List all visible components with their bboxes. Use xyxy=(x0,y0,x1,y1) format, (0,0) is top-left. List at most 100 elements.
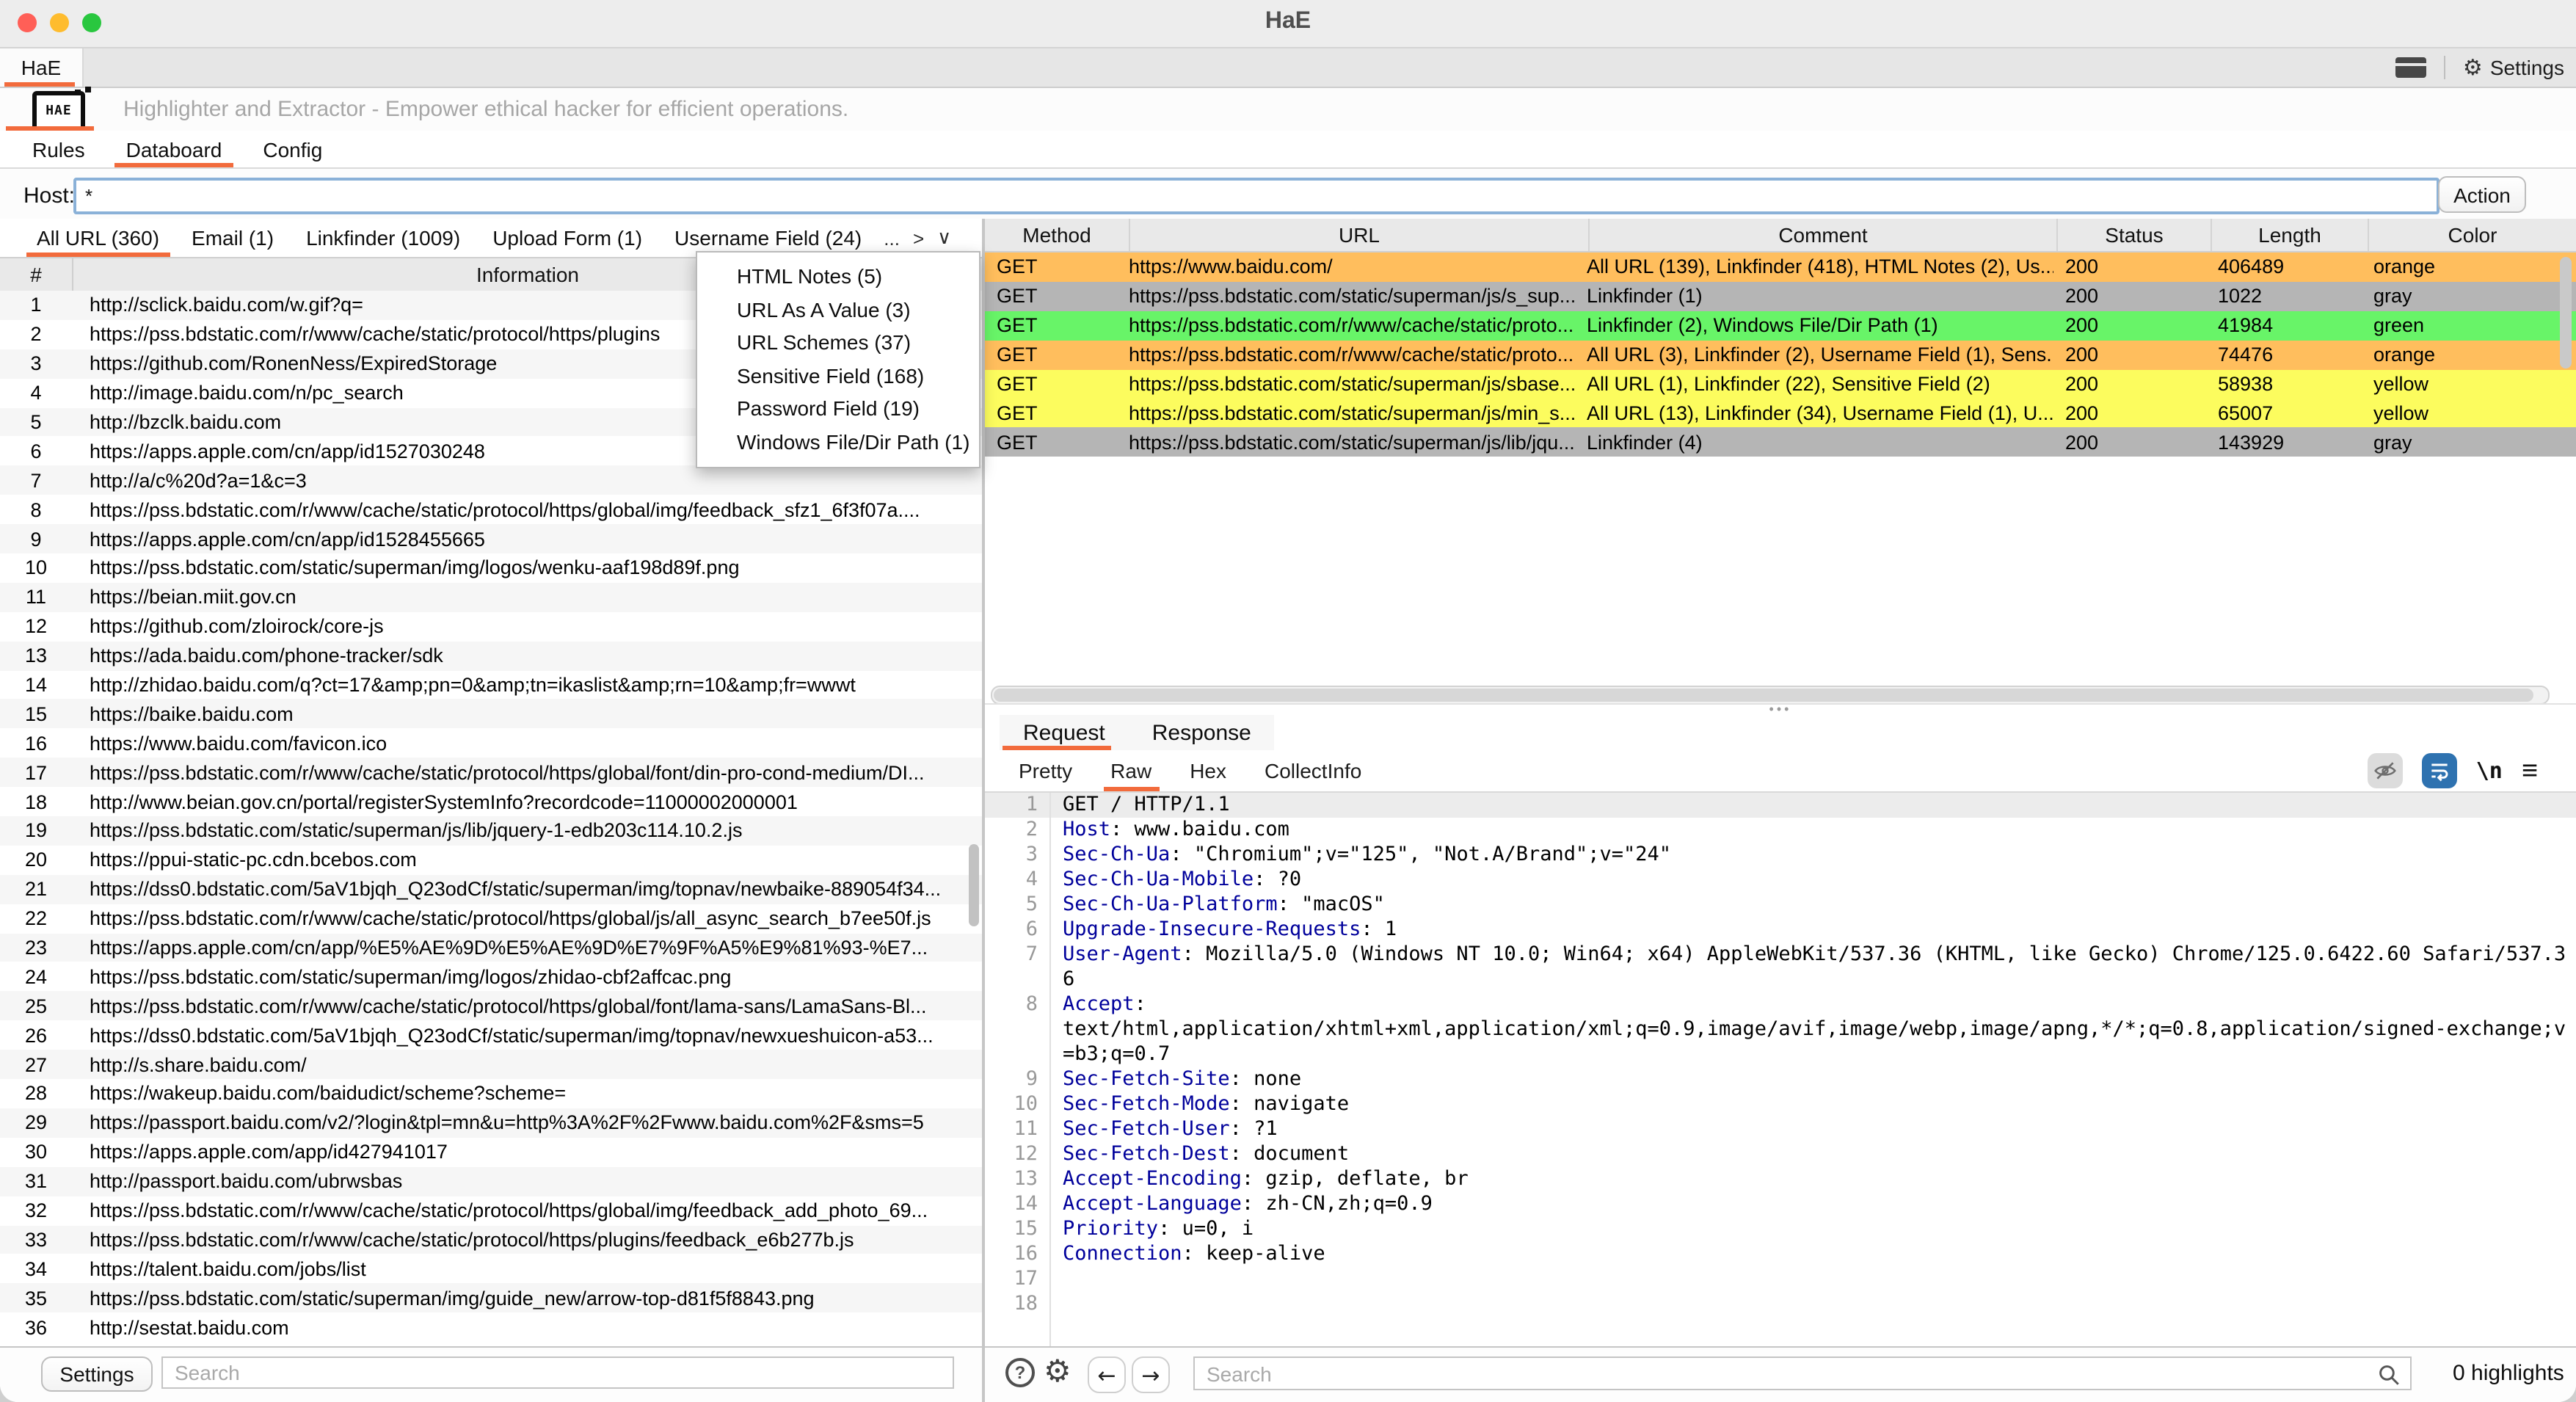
table-row[interactable]: 11 https://beian.miit.gov.cn xyxy=(0,583,982,612)
table-row[interactable]: 10 https://pss.bdstatic.com/static/super… xyxy=(0,553,982,583)
request-row[interactable]: GET https://www.baidu.com/ All URL (139)… xyxy=(985,253,2576,282)
table-row[interactable]: 9 https://apps.apple.com/cn/app/id152845… xyxy=(0,524,982,553)
table-row[interactable]: 7 http://a/c%20d?a=1&c=3 xyxy=(0,466,982,495)
view-mode-tab[interactable]: CollectInfo xyxy=(1245,750,1380,791)
column-color[interactable]: Color xyxy=(2369,219,2576,251)
table-row[interactable]: 36 http://sestat.baidu.com xyxy=(0,1312,982,1342)
nav-tab[interactable]: Databoard xyxy=(106,131,243,167)
row-url: https://wakeup.baidu.com/baidudict/schem… xyxy=(72,1083,982,1105)
table-row[interactable]: 17 https://pss.bdstatic.com/r/www/cache/… xyxy=(0,758,982,788)
chevron-right-icon[interactable]: > xyxy=(913,227,924,249)
hae-subtitle: Highlighter and Extractor - Empower ethi… xyxy=(123,97,848,122)
column-status[interactable]: Status xyxy=(2058,219,2212,251)
cell-url: https://pss.bdstatic.com/static/superman… xyxy=(1129,402,1587,424)
table-settings-button[interactable]: Settings xyxy=(41,1356,153,1392)
request-row[interactable]: GET https://pss.bdstatic.com/static/supe… xyxy=(985,399,2576,428)
column-method[interactable]: Method xyxy=(985,219,1130,251)
table-row[interactable]: 30 https://apps.apple.com/app/id42794101… xyxy=(0,1138,982,1167)
header-value: : gzip, deflate, br xyxy=(1242,1167,1469,1191)
column-url[interactable]: URL xyxy=(1130,219,1590,251)
table-row[interactable]: 14 http://zhidao.baidu.com/q?ct=17&amp;p… xyxy=(0,670,982,700)
dropdown-item[interactable]: Sensitive Field (168) xyxy=(697,359,979,392)
dropdown-item[interactable]: Windows File/Dir Path (1) xyxy=(697,425,979,458)
table-row[interactable]: 26 https://dss0.bdstatic.com/5aV1bjqh_Q2… xyxy=(0,1021,982,1050)
chevron-down-icon[interactable]: ∨ xyxy=(937,226,951,250)
next-match-button[interactable]: → xyxy=(1132,1356,1170,1393)
search-icon[interactable] xyxy=(2376,1362,2401,1387)
word-wrap-button[interactable] xyxy=(2422,753,2457,788)
scrollbar-thumb[interactable] xyxy=(994,689,2534,702)
data-type-tab[interactable]: Linkfinder (1009) xyxy=(290,219,476,257)
host-input[interactable] xyxy=(73,178,2439,214)
view-mode-tab[interactable]: Hex xyxy=(1171,750,1245,791)
table-row[interactable]: 21 https://dss0.bdstatic.com/5aV1bjqh_Q2… xyxy=(0,875,982,904)
table-row[interactable]: 24 https://pss.bdstatic.com/static/super… xyxy=(0,962,982,992)
table-row[interactable]: 13 https://ada.baidu.com/phone-tracker/s… xyxy=(0,641,982,670)
table-row[interactable]: 22 https://pss.bdstatic.com/r/www/cache/… xyxy=(0,904,982,933)
table-row[interactable]: 20 https://ppui-static-pc.cdn.bcebos.com xyxy=(0,846,982,875)
line-number: 10 xyxy=(985,1092,1049,1117)
message-tab[interactable]: Request xyxy=(1000,715,1129,750)
dropdown-item[interactable]: URL Schemes (37) xyxy=(697,326,979,359)
table-row[interactable]: 28 https://wakeup.baidu.com/baidudict/sc… xyxy=(0,1079,982,1108)
cell-length: 58938 xyxy=(2206,373,2362,395)
table-row[interactable]: 35 https://pss.bdstatic.com/static/super… xyxy=(0,1284,982,1313)
editor-search-input[interactable] xyxy=(1195,1358,2410,1389)
request-row[interactable]: GET https://pss.bdstatic.com/static/supe… xyxy=(985,369,2576,399)
cell-url: https://pss.bdstatic.com/r/www/cache/sta… xyxy=(1129,314,1587,336)
dropdown-item[interactable]: HTML Notes (5) xyxy=(697,260,979,293)
data-type-tab[interactable]: Email (1) xyxy=(175,219,290,257)
settings-button[interactable]: ⚙ Settings xyxy=(2463,56,2564,79)
table-row[interactable]: 18 http://www.beian.gov.cn/portal/regist… xyxy=(0,787,982,816)
tab-overflow-ellipsis[interactable]: ... xyxy=(884,227,900,249)
table-row[interactable]: 29 https://passport.baidu.com/v2/?login&… xyxy=(0,1108,982,1138)
table-row[interactable]: 33 https://pss.bdstatic.com/r/www/cache/… xyxy=(0,1225,982,1254)
data-type-tab[interactable]: All URL (360) xyxy=(21,219,175,257)
dropdown-item[interactable]: URL As A Value (3) xyxy=(697,293,979,326)
row-url: https://apps.apple.com/app/id427941017 xyxy=(72,1141,982,1163)
left-search-input[interactable] xyxy=(161,1356,954,1389)
column-index[interactable]: # xyxy=(0,258,73,291)
table-row[interactable]: 16 https://www.baidu.com/favicon.ico xyxy=(0,729,982,758)
table-row[interactable]: 31 http://passport.baidu.com/ubrwsbas xyxy=(0,1166,982,1196)
request-row[interactable]: GET https://pss.bdstatic.com/r/www/cache… xyxy=(985,311,2576,341)
column-comment[interactable]: Comment xyxy=(1590,219,2058,251)
table-row[interactable]: 32 https://pss.bdstatic.com/r/www/cache/… xyxy=(0,1196,982,1225)
table-row[interactable]: 27 http://s.share.baidu.com/ xyxy=(0,1050,982,1079)
view-mode-tab[interactable]: Pretty xyxy=(1000,750,1091,791)
message-tab[interactable]: Response xyxy=(1129,715,1275,750)
previous-match-button[interactable]: ← xyxy=(1088,1356,1126,1393)
action-button[interactable]: Action xyxy=(2438,176,2526,213)
show-newlines-button[interactable]: \n xyxy=(2476,758,2503,784)
divider xyxy=(2444,56,2445,79)
request-row[interactable]: GET https://pss.bdstatic.com/static/supe… xyxy=(985,282,2576,311)
left-vertical-scrollbar[interactable] xyxy=(969,844,979,926)
table-row[interactable]: 15 https://baike.baidu.com xyxy=(0,700,982,729)
dropdown-item[interactable]: Password Field (19) xyxy=(697,392,979,425)
tab-hae[interactable]: HaE xyxy=(0,48,84,87)
editor-menu-icon[interactable]: ≡ xyxy=(2522,757,2538,785)
table-row[interactable]: 8 https://pss.bdstatic.com/r/www/cache/s… xyxy=(0,495,982,524)
request-table-vertical-scrollbar[interactable] xyxy=(2560,257,2572,368)
row-index: 24 xyxy=(0,966,72,988)
window-layout-icon[interactable] xyxy=(2395,57,2426,78)
nav-tab[interactable]: Config xyxy=(242,131,343,167)
table-row[interactable]: 34 https://talent.baidu.com/jobs/list xyxy=(0,1254,982,1284)
code-line: 14 Accept-Language: zh-CN,zh;q=0.9 xyxy=(985,1192,2576,1217)
row-url: https://github.com/zloirock/core-js xyxy=(72,615,982,637)
table-row[interactable]: 23 https://apps.apple.com/cn/app/%E5%AE%… xyxy=(0,933,982,962)
request-editor[interactable]: 1 GET / HTTP/1.1 2 Host: www.baidu.com 3… xyxy=(985,793,2576,1348)
table-row[interactable]: 19 https://pss.bdstatic.com/static/super… xyxy=(0,816,982,846)
help-icon[interactable]: ? xyxy=(1005,1358,1035,1387)
column-length[interactable]: Length xyxy=(2212,219,2369,251)
data-type-tab[interactable]: Upload Form (1) xyxy=(476,219,658,257)
table-row[interactable]: 12 https://github.com/zloirock/core-js xyxy=(0,612,982,642)
request-row[interactable]: GET https://pss.bdstatic.com/r/www/cache… xyxy=(985,340,2576,369)
nav-tab[interactable]: Rules xyxy=(12,131,106,167)
view-mode-tab[interactable]: Raw xyxy=(1091,750,1171,791)
editor-settings-gear-icon[interactable]: ⚙ xyxy=(1044,1354,1071,1392)
request-row[interactable]: GET https://pss.bdstatic.com/static/supe… xyxy=(985,428,2576,457)
table-row[interactable]: 25 https://pss.bdstatic.com/r/www/cache/… xyxy=(0,992,982,1021)
row-url: https://pss.bdstatic.com/static/superman… xyxy=(72,820,982,842)
hide-toggle-button[interactable] xyxy=(2368,753,2403,788)
